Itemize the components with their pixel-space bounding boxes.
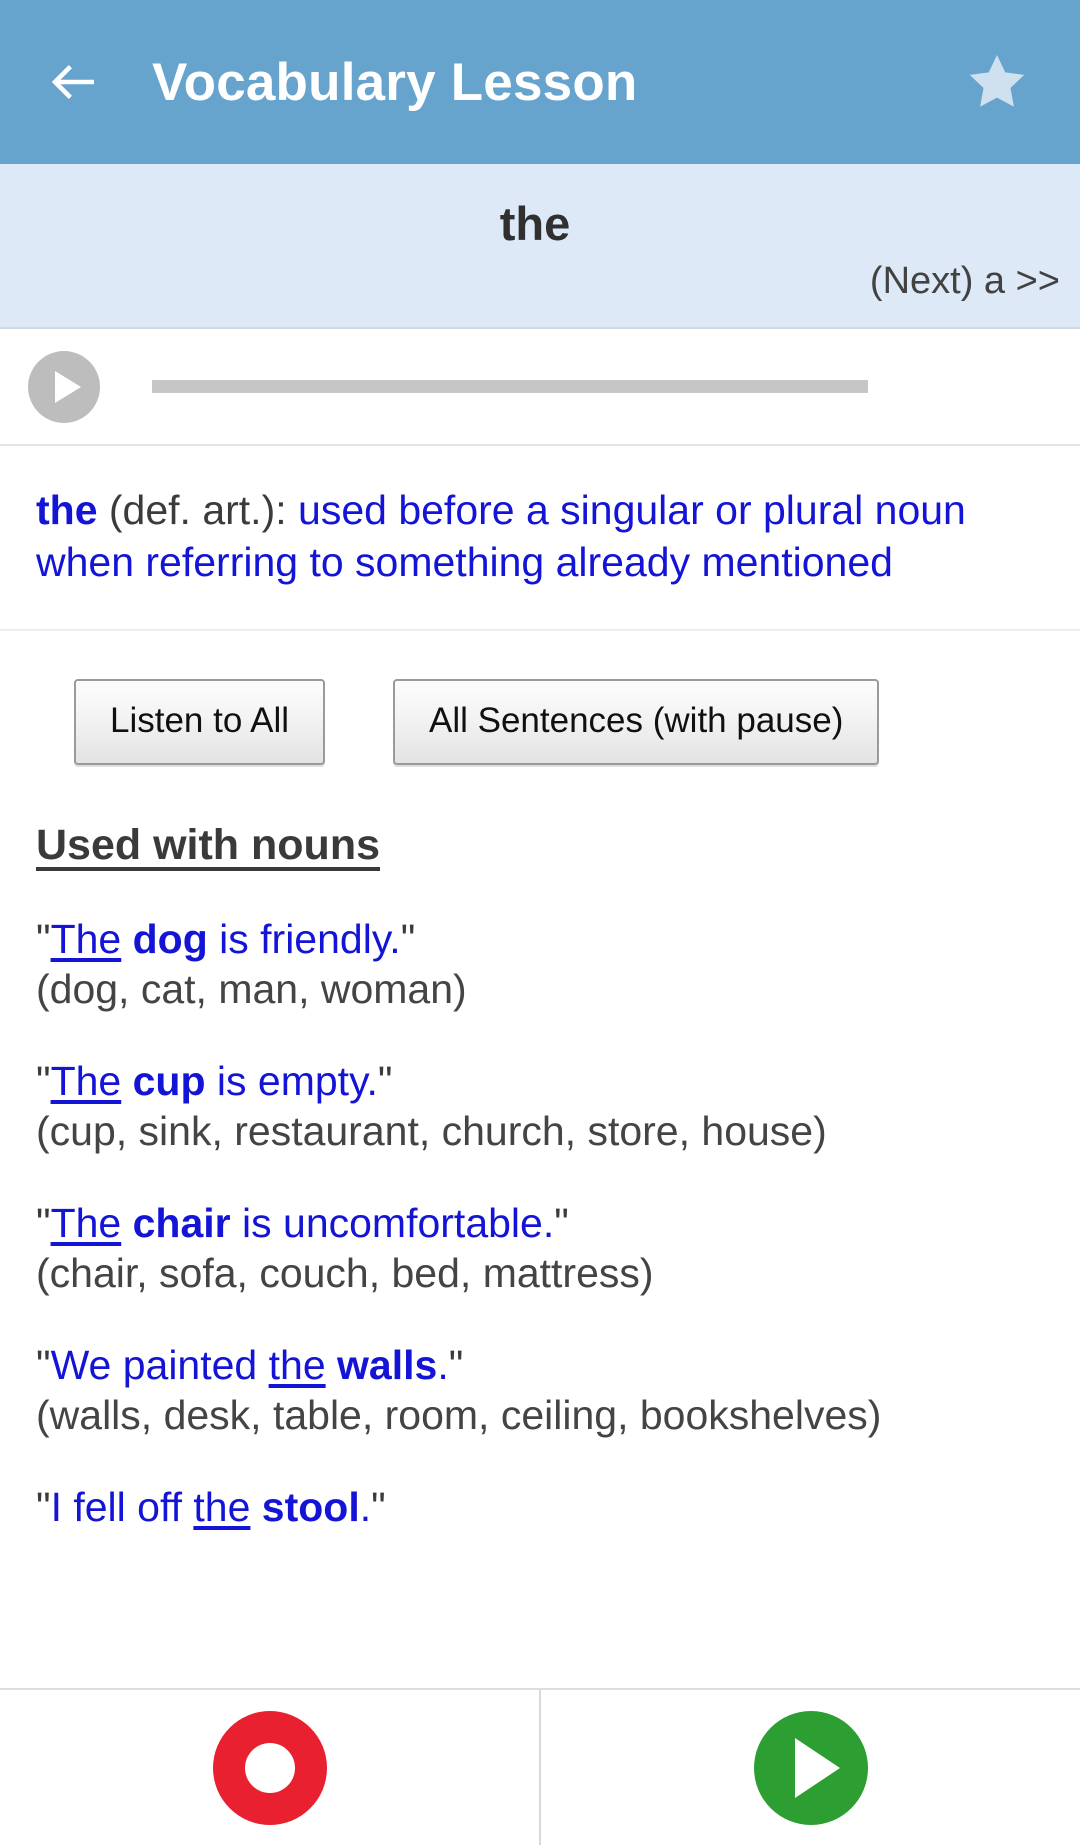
record-icon[interactable] — [212, 1710, 327, 1825]
open-quote: " — [36, 1484, 51, 1531]
sentence-variants: (cup, sink, restaurant, church, store, h… — [36, 1107, 827, 1154]
playback-button-area[interactable] — [541, 1690, 1080, 1845]
open-quote: " — [36, 1057, 51, 1104]
sentence-keyword: dog — [132, 915, 208, 962]
audio-progress-bar[interactable] — [152, 380, 868, 393]
close-quote: " — [554, 1200, 569, 1246]
sentence-article: The — [50, 1057, 122, 1104]
sentence-variants: (dog, cat, man, woman) — [36, 965, 467, 1012]
sentence-fragment — [250, 1484, 261, 1530]
example-sentence[interactable]: "The chair is uncomfortable." — [36, 1198, 1044, 1248]
open-quote: " — [36, 915, 51, 962]
definition-block: the (def. art.): used before a singular … — [0, 446, 1080, 631]
sentence-keyword: cup — [132, 1057, 206, 1104]
sentence-fragment: . — [437, 1342, 449, 1389]
sentence-block: "The chair is uncomfortable." (chair, sof… — [36, 1198, 1044, 1298]
sentence-fragment — [326, 1342, 337, 1388]
sentence-text: I fell off the stool. — [51, 1484, 372, 1530]
sentence-article: The — [50, 1200, 122, 1246]
definition-part-of-speech: (def. art.): — [108, 487, 287, 533]
sentence-fragment: is uncomfortable. — [230, 1200, 555, 1246]
close-quote: " — [377, 1057, 393, 1104]
section-heading: Used with nouns — [36, 820, 380, 869]
sentence-variants: (chair, sofa, couch, bed, mattress) — [36, 1250, 654, 1297]
next-word-link[interactable]: (Next) a >> — [870, 260, 1060, 303]
sentence-keyword: chair — [132, 1200, 231, 1246]
page-title: Vocabulary Lesson — [152, 52, 638, 112]
star-icon[interactable] — [964, 49, 1030, 115]
sentence-article: the — [268, 1342, 326, 1389]
record-button-area[interactable] — [0, 1690, 539, 1845]
example-sentence[interactable]: "The cup is empty." — [36, 1056, 1044, 1106]
sentence-block: "We painted the walls." (walls, desk, tab… — [36, 1340, 1044, 1440]
sentence-keyword: walls — [337, 1342, 438, 1389]
open-quote: " — [36, 1342, 51, 1389]
sentence-fragment: . — [359, 1484, 372, 1531]
sentences-section: Used with nouns "The dog is friendly." (d… — [0, 765, 1080, 1532]
close-quote: " — [448, 1342, 464, 1389]
example-sentence[interactable]: "We painted the walls." — [36, 1340, 1044, 1390]
sentence-keyword: stool — [261, 1484, 360, 1531]
sentence-variants: (walls, desk, table, room, ceiling, book… — [36, 1392, 882, 1439]
play-icon[interactable] — [28, 350, 100, 423]
definition-headword: the — [36, 487, 98, 533]
sentence-text: The cup is empty. — [51, 1058, 378, 1104]
close-quote: " — [400, 915, 416, 962]
sentence-fragment: is empty. — [205, 1057, 378, 1104]
back-arrow-icon[interactable] — [44, 52, 104, 112]
sentence-fragment: We painted — [50, 1342, 269, 1389]
sentence-block: "I fell off the stool." — [36, 1482, 1044, 1532]
sentence-block: "The dog is friendly." (dog, cat, man, wo… — [36, 914, 1044, 1014]
sentence-fragment — [121, 916, 132, 962]
recorder-bar — [0, 1688, 1080, 1845]
sentence-text: The dog is friendly. — [51, 916, 401, 962]
play-recording-icon[interactable] — [753, 1710, 868, 1825]
all-sentences-with-pause-button[interactable]: All Sentences (with pause) — [393, 678, 880, 765]
sentence-block: "The cup is empty." (cup, sink, restauran… — [36, 1056, 1044, 1156]
sentence-fragment — [121, 1200, 132, 1246]
sentence-fragment — [121, 1058, 132, 1104]
record-inner-circle — [244, 1742, 295, 1793]
listen-to-all-button[interactable]: Listen to All — [74, 678, 325, 765]
app-bar: Vocabulary Lesson — [0, 0, 1080, 164]
vocabulary-lesson-screen: Vocabulary Lesson the (Next) a >> the (d… — [0, 0, 1080, 1845]
sentence-fragment: is friendly. — [207, 915, 401, 962]
current-word: the — [499, 197, 571, 250]
sentence-list: "The dog is friendly." (dog, cat, man, wo… — [36, 914, 1044, 1532]
sentence-article: The — [50, 915, 122, 962]
audio-player — [0, 329, 1080, 446]
sentence-fragment: I fell off — [50, 1484, 194, 1531]
word-strip: the (Next) a >> — [0, 164, 1080, 329]
play-triangle-icon — [795, 1737, 840, 1798]
example-sentence[interactable]: "I fell off the stool." — [36, 1482, 1044, 1532]
sentence-article: the — [193, 1484, 251, 1531]
example-sentence[interactable]: "The dog is friendly." — [36, 914, 1044, 964]
sentence-text: The chair is uncomfortable. — [51, 1200, 555, 1246]
close-quote: " — [371, 1484, 386, 1531]
play-triangle-icon — [55, 370, 81, 403]
sentence-text: We painted the walls. — [51, 1342, 449, 1388]
open-quote: " — [36, 1200, 51, 1246]
listen-buttons-row: Listen to All All Sentences (with pause) — [0, 631, 1080, 765]
